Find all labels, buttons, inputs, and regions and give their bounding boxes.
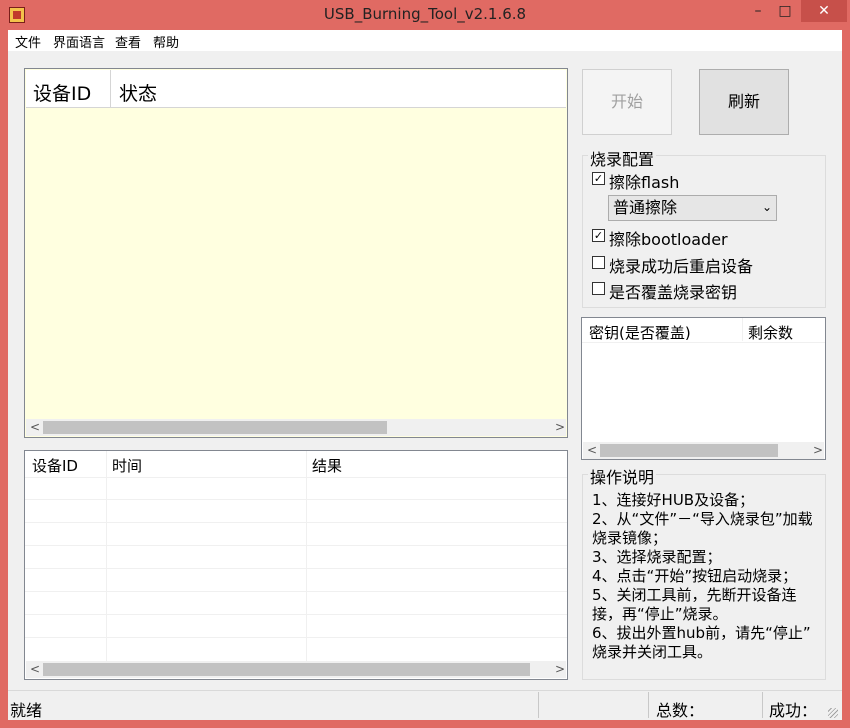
erase-flash-checkbox[interactable]: ✓ [592, 172, 605, 185]
grid-line [25, 545, 567, 546]
menu-language[interactable]: 界面语言 [53, 32, 105, 51]
success-count-label: 成功： [769, 701, 818, 720]
menu-help[interactable]: 帮助 [153, 32, 179, 51]
column-device-id[interactable]: 设备ID [32, 455, 78, 476]
grid-line [106, 451, 107, 661]
scroll-thumb[interactable] [600, 444, 778, 457]
scroll-right-icon[interactable]: > [555, 420, 565, 434]
menu-file[interactable]: 文件 [15, 32, 41, 51]
erase-mode-select[interactable]: 普通擦除 [608, 195, 777, 221]
instruction-line: 6、拔出外置hub前，请先“停止” [592, 624, 811, 642]
reboot-after-burn-label: 烧录成功后重启设备 [609, 257, 754, 276]
column-divider [742, 318, 743, 341]
key-table-hscrollbar[interactable]: < > [583, 442, 824, 459]
scroll-thumb[interactable] [43, 421, 387, 434]
scroll-left-icon[interactable]: < [30, 662, 40, 676]
grid-line [25, 568, 567, 569]
overwrite-key-checkbox[interactable] [592, 282, 605, 295]
erase-bootloader-label: 擦除bootloader [609, 230, 728, 249]
scroll-thumb[interactable] [43, 663, 530, 676]
instruction-line: 1、连接好HUB及设备； [592, 491, 755, 509]
refresh-button[interactable]: 刷新 [699, 69, 789, 135]
menu-view[interactable]: 查看 [115, 32, 141, 51]
instruction-line: 接，再“停止”烧录。 [592, 605, 728, 623]
column-divider [110, 70, 111, 108]
reboot-after-burn-checkbox[interactable] [592, 256, 605, 269]
resize-grip-icon[interactable] [828, 708, 838, 718]
erase-flash-label: 擦除flash [609, 173, 680, 192]
grid-line [306, 451, 307, 661]
maximize-button[interactable]: □ [768, 0, 802, 22]
grid-line [582, 342, 825, 343]
device-table[interactable]: 设备ID 状态 < > [24, 68, 568, 438]
status-divider [762, 692, 763, 718]
start-button[interactable]: 开始 [582, 69, 672, 135]
instruction-line: 4、点击“开始”按钮启动烧录； [592, 567, 798, 585]
erase-bootloader-checkbox[interactable]: ✓ [592, 229, 605, 242]
check-icon: ✓ [593, 172, 604, 185]
close-button[interactable]: ✕ [801, 0, 847, 22]
device-table-hscrollbar[interactable]: < > [26, 419, 566, 436]
check-icon: ✓ [593, 229, 604, 242]
chevron-down-icon[interactable]: ⌄ [762, 200, 772, 214]
key-table[interactable]: 密钥(是否覆盖) 剩余数 < > [581, 317, 826, 460]
grid-line [25, 637, 567, 638]
device-table-header: 设备ID 状态 [26, 70, 566, 108]
status-divider [648, 692, 649, 718]
instruction-line: 烧录镜像； [592, 529, 668, 547]
instruction-line: 5、关闭工具前，先断开设备连 [592, 586, 797, 604]
overwrite-key-label: 是否覆盖烧录密钥 [609, 283, 738, 302]
status-text: 就绪 [10, 701, 43, 720]
grid-line [25, 499, 567, 500]
result-table-hscrollbar[interactable]: < > [26, 661, 566, 678]
grid-line [25, 477, 567, 478]
instruction-line: 2、从“文件”－“导入烧录包”加载 [592, 510, 813, 528]
burn-config-title: 烧录配置 [588, 146, 657, 170]
scroll-left-icon[interactable]: < [30, 420, 40, 434]
window-title: USB_Burning_Tool_v2.1.6.8 [323, 5, 527, 23]
status-divider [538, 692, 539, 718]
column-status[interactable]: 状态 [119, 79, 157, 106]
instructions-title: 操作说明 [588, 464, 657, 488]
grid-line [25, 591, 567, 592]
instruction-line: 烧录并关闭工具。 [592, 643, 713, 661]
column-remaining[interactable]: 剩余数 [748, 322, 793, 343]
column-device-id[interactable]: 设备ID [33, 79, 91, 106]
total-count-label: 总数： [656, 701, 705, 720]
grid-line [25, 522, 567, 523]
instruction-line: 3、选择烧录配置； [592, 548, 722, 566]
scroll-right-icon[interactable]: > [813, 443, 823, 457]
grid-line [25, 614, 567, 615]
column-result[interactable]: 结果 [312, 455, 342, 476]
status-bar [8, 690, 842, 720]
result-table[interactable]: 设备ID 时间 结果 < > [24, 450, 568, 680]
column-key[interactable]: 密钥(是否覆盖) [589, 322, 691, 343]
scroll-right-icon[interactable]: > [555, 662, 565, 676]
column-time[interactable]: 时间 [112, 455, 142, 476]
scroll-left-icon[interactable]: < [587, 443, 597, 457]
